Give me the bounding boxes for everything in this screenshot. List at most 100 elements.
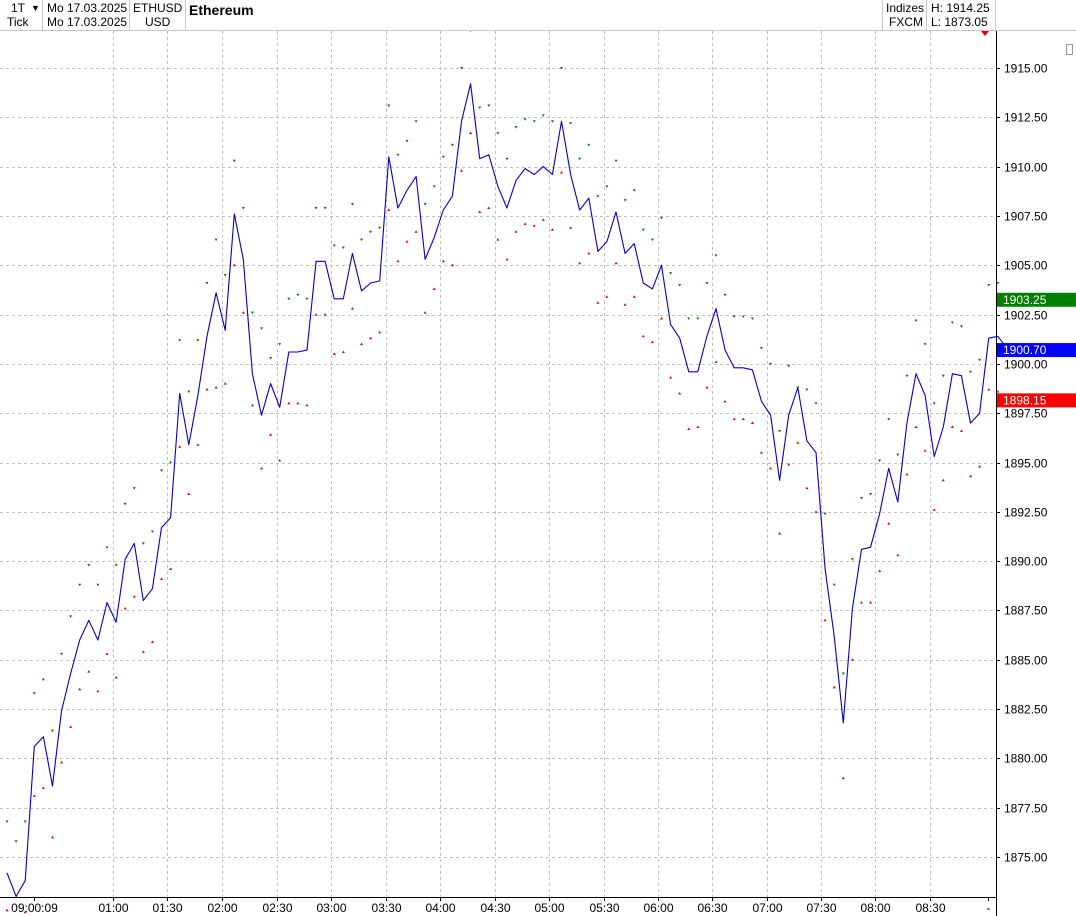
lower-band-marker — [605, 295, 609, 298]
x-tick-label: - — [987, 901, 991, 915]
date-from: Mo 17.03.2025 — [47, 1, 128, 15]
y-tick-label: 1890.00 — [1004, 555, 1048, 569]
lower-band-marker — [523, 222, 527, 225]
upper-band-marker — [578, 157, 582, 161]
upper-band-marker — [705, 282, 709, 285]
x-tick-label: 04:30 — [480, 901, 510, 915]
low-value: L: 1873.05 — [931, 15, 988, 29]
upper-band-marker — [360, 238, 364, 242]
upper-band-marker — [641, 228, 645, 232]
price-line — [6, 83, 1008, 898]
x-tick-label: 02:30 — [262, 901, 292, 915]
upper-band-marker — [732, 315, 736, 319]
upper-band-marker — [414, 120, 418, 123]
upper-band-marker — [814, 402, 818, 405]
lower-band-marker — [269, 433, 273, 436]
data-source: FXCM — [889, 15, 923, 29]
y-tick-label: 1910.00 — [1004, 161, 1048, 175]
lower-band-marker — [741, 417, 745, 421]
upper-band-marker — [596, 195, 600, 198]
x-tick-label: 09:00:09 — [11, 901, 58, 915]
lower-band-marker — [287, 401, 291, 405]
upper-band-marker — [32, 692, 36, 695]
lower-band-marker — [369, 336, 373, 340]
lower-band-marker — [323, 313, 327, 316]
lower-band-marker — [778, 532, 782, 535]
upper-band-marker — [678, 283, 682, 287]
lower-band-marker — [869, 601, 873, 604]
x-tick-label: 03:30 — [371, 901, 401, 915]
lower-band-marker — [932, 508, 936, 511]
upper-band-marker — [114, 564, 118, 567]
lower-band-marker — [923, 449, 927, 452]
lower-band-marker — [805, 486, 809, 490]
x-tick-label: 08:30 — [915, 901, 945, 915]
upper-band-marker — [350, 203, 354, 206]
upper-band-marker — [314, 207, 318, 210]
upper-band-marker — [41, 678, 45, 681]
upper-band-marker — [896, 453, 900, 457]
x-tick-label: 05:30 — [589, 901, 619, 915]
upper-band-marker — [532, 120, 536, 123]
lower-band-marker — [596, 301, 600, 304]
y-tick-label: 1877.50 — [1004, 802, 1048, 816]
upper-band-marker — [614, 159, 618, 163]
price-tag-label: 1903.25 — [1003, 293, 1047, 307]
interval-sub: Tick — [7, 15, 29, 29]
upper-band-marker — [496, 132, 500, 135]
lower-band-marker — [950, 425, 954, 428]
scale-handle[interactable] — [1066, 44, 1073, 55]
upper-band-marker — [959, 325, 963, 328]
upper-band-marker — [60, 652, 64, 656]
currency: USD — [145, 15, 171, 29]
lower-band-marker — [32, 794, 36, 797]
upper-band-marker — [341, 246, 345, 249]
lower-band-marker — [150, 640, 154, 643]
upper-band-marker — [823, 512, 827, 516]
upper-band-marker — [878, 459, 882, 463]
upper-band-marker — [14, 840, 18, 843]
upper-band-marker — [123, 502, 127, 506]
upper-band-marker — [696, 317, 700, 321]
lower-band-marker — [250, 403, 254, 407]
lower-band-marker — [432, 287, 436, 290]
lower-band-marker — [705, 386, 709, 389]
upper-band-marker — [160, 469, 164, 472]
upper-band-marker — [423, 203, 427, 206]
upper-band-marker — [432, 185, 436, 188]
y-tick-label: 1892.50 — [1004, 506, 1048, 520]
lower-band-marker — [396, 259, 400, 263]
price-chart[interactable]: 1875.00 1877.50 1880.00 1882.50 1885.00 1887.… — [0, 0, 1076, 916]
upper-band-marker — [378, 226, 382, 230]
lower-band-marker — [350, 307, 354, 310]
lower-band-marker — [260, 466, 264, 470]
lower-band-marker — [423, 311, 427, 314]
y-tick-label: 1907.50 — [1004, 210, 1048, 224]
upper-band-marker — [287, 297, 291, 301]
upper-band-marker — [905, 374, 909, 378]
upper-band-marker — [523, 118, 527, 121]
y-tick-label: 1875.00 — [1004, 851, 1048, 865]
lower-band-marker — [132, 595, 136, 598]
lower-band-marker — [878, 569, 882, 572]
upper-band-marker — [659, 216, 663, 220]
date-to: Mo 17.03.2025 — [47, 15, 128, 29]
lower-band-marker — [896, 553, 900, 557]
upper-band-marker — [141, 542, 145, 545]
lower-band-marker — [959, 429, 963, 432]
alert-marker-icon — [981, 31, 989, 36]
lower-band-marker — [514, 230, 518, 233]
lower-band-marker — [623, 303, 627, 306]
chevron-down-icon[interactable]: ▼ — [31, 1, 40, 16]
lower-band-marker — [696, 425, 700, 428]
upper-band-marker — [96, 583, 100, 587]
upper-band-marker — [741, 315, 745, 319]
lower-band-marker — [341, 350, 345, 354]
upper-band-marker — [850, 558, 854, 561]
interval-select[interactable]: 1T — [11, 1, 25, 16]
lower-band-marker — [196, 443, 200, 446]
lower-band-marker — [541, 218, 545, 221]
lower-band-marker — [678, 391, 682, 395]
lower-band-marker — [187, 492, 191, 496]
upper-band-marker — [296, 293, 300, 297]
